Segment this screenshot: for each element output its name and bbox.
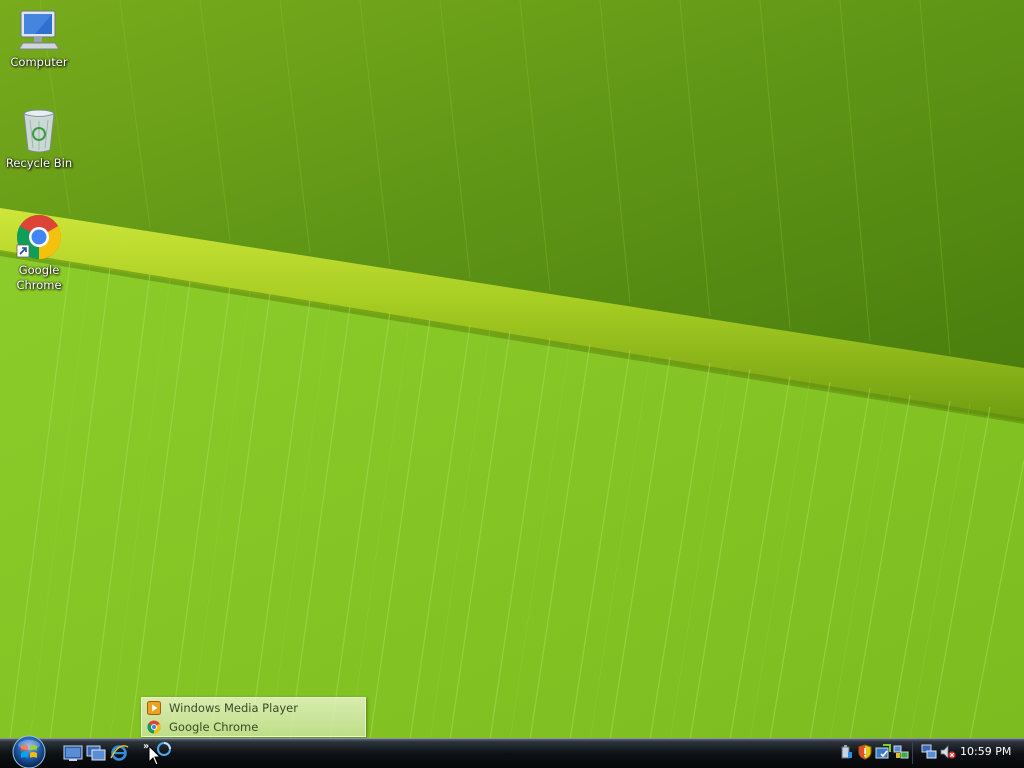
loading-icon [157,742,171,756]
quick-launch-overflow-chevron[interactable]: » [143,741,155,753]
show-desktop-icon[interactable] [63,744,83,762]
desktop-icon-label: Google Chrome [16,263,62,292]
network-icon[interactable] [893,744,909,760]
network-status-icon[interactable] [921,744,937,760]
desktop-icon-google-chrome[interactable]: Google Chrome [1,213,77,293]
computer-icon [18,10,60,50]
quick-launch-overflow-menu: Windows Media Player Google Chrome [141,697,366,737]
windows-update-icon[interactable] [875,744,891,760]
volume-muted-icon[interactable] [940,744,956,760]
menu-item-label: Google Chrome [169,720,259,734]
system-clock[interactable]: 10:59 PM [960,744,1020,760]
menu-item-windows-media-player[interactable]: Windows Media Player [144,699,363,718]
desktop-icon-recycle-bin[interactable]: Recycle Bin [1,106,77,171]
recycle-bin-icon [23,109,55,153]
media-player-icon [147,701,161,715]
desktop-icon-label: Recycle Bin [5,156,73,170]
security-shield-icon[interactable] [857,744,873,760]
switch-windows-icon[interactable] [86,744,106,762]
tray-separator [912,742,913,764]
windows-start-orb[interactable] [7,734,51,768]
desktop-background: Computer Recycle Bin Google Chrome [0,0,1024,768]
menu-item-label: Windows Media Player [169,701,298,715]
desktop-icon-label: Computer [10,55,68,69]
desktop-icon-computer[interactable]: Computer [1,5,77,70]
internet-explorer-icon[interactable] [109,744,129,762]
wallpaper-leaf [0,0,1024,740]
chrome-icon [147,720,161,734]
safely-remove-icon[interactable] [838,744,854,760]
chrome-icon [16,215,61,259]
menu-item-google-chrome[interactable]: Google Chrome [144,718,363,737]
